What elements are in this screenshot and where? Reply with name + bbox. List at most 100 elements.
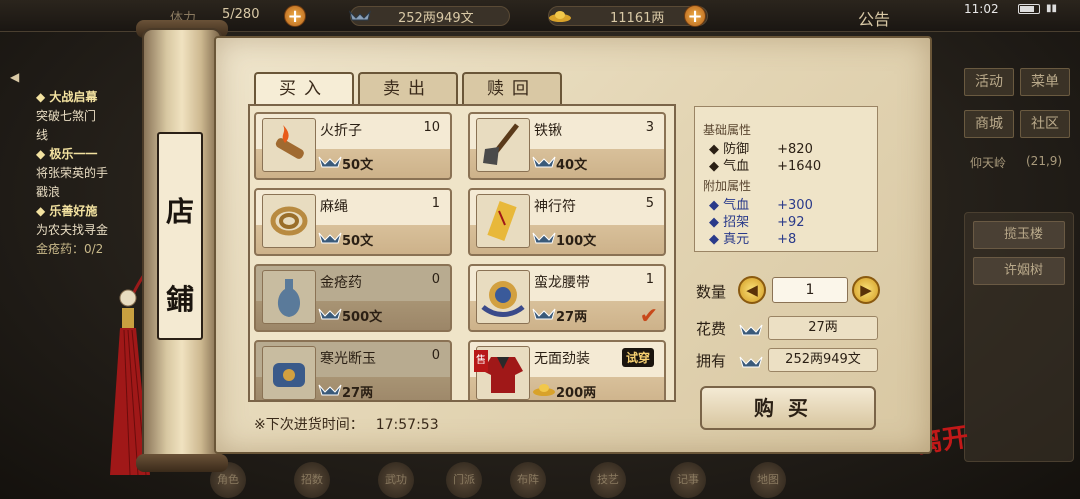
quantity-label: 数量: [696, 283, 727, 301]
item-name: 火折子: [320, 123, 362, 139]
checkmark-icon: ✔: [639, 304, 658, 329]
torch-icon: [262, 118, 316, 172]
tab-redeem[interactable]: 赎回: [462, 72, 562, 106]
copper-coin-icon: [739, 324, 763, 336]
copper-coin-icon: [318, 232, 342, 244]
shop-item-card[interactable]: 麻绳 1 50文: [254, 188, 452, 256]
nav-formation[interactable]: 布阵: [510, 462, 546, 498]
sale-badge: 售: [474, 350, 488, 372]
owned-value: 252两949文: [768, 348, 878, 372]
community-button[interactable]: 社区: [1020, 110, 1070, 138]
dragon-belt-icon: [476, 270, 530, 324]
shop-item-card[interactable]: 火折子 10 50文: [254, 112, 452, 180]
npc-item[interactable]: 许姻树: [973, 257, 1065, 285]
item-grid: 火折子 10 50文 铁锹 3 40文 麻绳 1 50文 神行符 5 100文: [248, 104, 676, 402]
tab-sell[interactable]: 卖出: [358, 72, 458, 106]
copper-coin-icon: [318, 308, 342, 320]
shop-item-card[interactable]: 售 无面劲装 试穿 200两: [468, 340, 666, 401]
nav-journal[interactable]: 记事: [670, 462, 706, 498]
item-stock: 1: [431, 196, 440, 211]
item-name: 蛮龙腰带: [534, 275, 590, 291]
battery-icon: [1018, 4, 1040, 14]
add-stamina-button[interactable]: +: [284, 5, 306, 27]
nav-craft[interactable]: 技艺: [590, 462, 626, 498]
restock-label: ※下次进货时间：: [254, 417, 364, 433]
gold-ingot-icon: [549, 11, 571, 22]
item-name: 铁锹: [534, 123, 562, 139]
item-name: 金疮药: [320, 275, 362, 291]
item-stock: 10: [423, 120, 440, 135]
base-attr-title: 基础属性: [703, 123, 752, 137]
npc-item[interactable]: 揽玉楼: [973, 221, 1065, 249]
quest-title[interactable]: ◆ 乐善好施: [36, 202, 156, 221]
shop-item-card[interactable]: 金疮药 0 500文: [254, 264, 452, 332]
location-name: 仰天岭: [970, 156, 1007, 170]
shop-sign: 店 鋪: [157, 132, 203, 340]
shovel-icon: [476, 118, 530, 172]
item-price: 100文: [556, 234, 597, 249]
activity-button[interactable]: 活动: [964, 68, 1014, 96]
quantity-input[interactable]: 1: [772, 277, 848, 303]
copper-coin-icon: [739, 356, 763, 368]
quest-desc: 线: [36, 128, 49, 142]
restock-time: 17:57:53: [375, 417, 439, 433]
quest-title[interactable]: ◆ 极乐一一: [36, 145, 156, 164]
tab-buy[interactable]: 买入: [254, 72, 354, 106]
quest-desc: 突破七煞门: [36, 109, 97, 123]
location-coords: (21,9): [1026, 154, 1063, 168]
copper-value: 252两949文: [398, 11, 474, 26]
cost-label: 花费: [696, 320, 727, 338]
collapse-arrow-icon[interactable]: ◀: [10, 70, 26, 86]
item-price: 50文: [342, 158, 374, 173]
nav-sect[interactable]: 门派: [446, 462, 482, 498]
copper-coin-icon: [532, 156, 556, 168]
attributes-panel: 基础属性 ◆ 防御 +820 ◆ 气血 +1640 附加属性 ◆ 气血 +300 ◆ …: [694, 106, 878, 252]
stamina-value: 5/280: [222, 7, 260, 22]
store-button[interactable]: 商城: [964, 110, 1014, 138]
signal-icon: ▮▮: [1046, 3, 1058, 14]
decrease-quantity-button[interactable]: ◀: [738, 276, 766, 304]
item-stock: 5: [645, 196, 654, 211]
add-silver-button[interactable]: +: [684, 5, 706, 27]
owned-label: 拥有: [696, 352, 727, 370]
copper-coin-icon: [532, 232, 556, 244]
shop-item-card[interactable]: 神行符 5 100文: [468, 188, 666, 256]
menu-button[interactable]: 菜单: [1020, 68, 1070, 96]
bottom-nav: 角色 招数 武功 门派 布阵 技艺 记事 地图: [210, 456, 810, 499]
scroll-cap-bottom: [136, 454, 228, 472]
quest-list: ◆ 大战启幕 突破七煞门 线 ◆ 极乐一一 将张荣英的手 戳浪 ◆ 乐善好施 为…: [36, 88, 156, 259]
attr-row: ◆ 气血 +1640: [709, 159, 822, 174]
npc-list: 揽玉楼 许姻树: [964, 212, 1074, 462]
shop-item-card[interactable]: 铁锹 3 40文: [468, 112, 666, 180]
rope-icon: [262, 194, 316, 248]
quest-desc: 将张荣英的手: [36, 166, 109, 180]
item-name: 麻绳: [320, 199, 348, 215]
nav-map[interactable]: 地图: [750, 462, 786, 498]
item-price: 200两: [556, 386, 597, 401]
copper-coin-icon: [532, 308, 556, 320]
try-on-button[interactable]: 试穿: [621, 348, 654, 367]
quest-desc: 为农夫找寻金: [36, 223, 109, 237]
item-price: 50文: [342, 234, 374, 249]
extra-attr-title: 附加属性: [703, 179, 752, 193]
shop-sign-char: 鋪: [165, 283, 194, 316]
silver-value: 11161两: [610, 11, 665, 26]
cost-value: 27两: [768, 316, 878, 340]
shop-item-card[interactable]: 蛮龙腰带 1 27两 ✔: [468, 264, 666, 332]
item-price: 27两: [342, 386, 374, 401]
notice-button[interactable]: 公告: [858, 6, 890, 30]
shop-sign-char: 店: [165, 195, 194, 228]
item-name: 无面劲装: [534, 351, 590, 367]
jade-pendant-icon: [262, 346, 316, 400]
shop-item-card[interactable]: 寒光断玉 0 27两: [254, 340, 452, 401]
attr-row: ◆ 真元 +8: [709, 232, 797, 247]
item-stock: 1: [645, 272, 654, 287]
copper-coin-icon: [349, 10, 371, 21]
talisman-icon: [476, 194, 530, 248]
buy-button[interactable]: 购买: [700, 386, 876, 430]
quest-title[interactable]: ◆ 大战启幕: [36, 88, 156, 107]
nav-martial[interactable]: 武功: [378, 462, 414, 498]
item-stock: 0: [431, 348, 440, 363]
increase-quantity-button[interactable]: ▶: [852, 276, 880, 304]
nav-skills[interactable]: 招数: [294, 462, 330, 498]
